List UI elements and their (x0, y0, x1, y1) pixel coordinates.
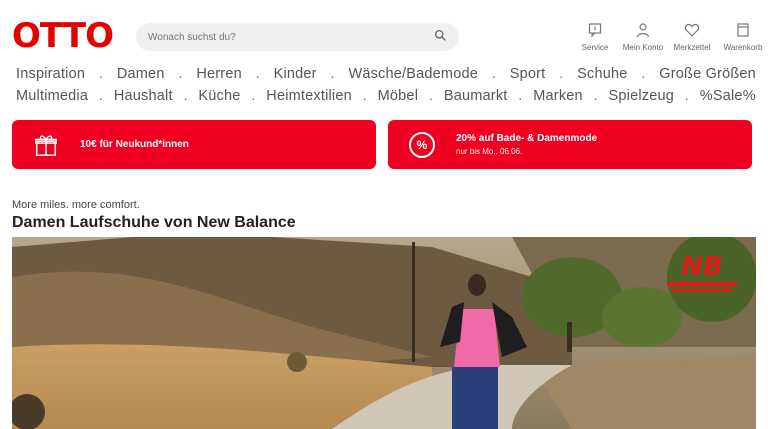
promo-new-customer-text: 10€ für Neukund*innen (80, 139, 189, 150)
teaser-headline[interactable]: Damen Laufschuhe von New Balance (12, 214, 296, 232)
nav-separator: . (183, 88, 188, 104)
nav-item-moebel[interactable]: Möbel (378, 88, 419, 104)
nav-separator: . (518, 88, 523, 104)
svg-text:NB: NB (681, 252, 723, 282)
nav-item-marken[interactable]: Marken (533, 88, 583, 104)
nav-item-haushalt[interactable]: Haushalt (114, 88, 173, 104)
percent-glyph: % (409, 131, 435, 158)
nav-separator: . (362, 88, 367, 104)
category-nav-row-2: Multimedia. Haushalt. Küche. Heimtextili… (16, 88, 756, 104)
nav-separator: . (98, 88, 104, 104)
category-nav-row-1: Inspiration. Damen. Herren. Kinder. Wäsc… (16, 66, 756, 82)
search-input[interactable]: Wonach suchst du? (136, 23, 459, 51)
nav-separator: . (255, 66, 260, 82)
wishlist-label: Merkzettel (673, 43, 711, 52)
nav-item-kueche[interactable]: Küche (198, 88, 240, 104)
heart-icon (684, 22, 700, 43)
nav-item-damen[interactable]: Damen (117, 66, 165, 82)
gift-icon (32, 131, 60, 159)
nav-separator: . (559, 66, 564, 82)
nav-separator: . (330, 66, 335, 82)
search-icon[interactable] (434, 29, 447, 45)
nav-item-baumarkt[interactable]: Baumarkt (444, 88, 508, 104)
otto-logo[interactable]: OTTO (12, 16, 114, 56)
promo-swimwear-content: 20% auf Bade- & Damenmode nur bis Mo., 0… (456, 133, 597, 156)
nav-separator: . (428, 88, 434, 104)
header-icons: Service Mein Konto Merkzettel Warenkorb (570, 22, 768, 52)
promo-swimwear-button[interactable]: % 20% auf Bade- & Damenmode nur bis Mo.,… (388, 120, 752, 169)
nav-item-sale[interactable]: %Sale% (700, 88, 756, 104)
teaser-kicker: More miles. more comfort. (12, 199, 140, 211)
account-label: Mein Konto (622, 43, 664, 52)
nav-item-kinder[interactable]: Kinder (274, 66, 317, 82)
chat-icon (587, 22, 603, 43)
service-label: Service (581, 43, 609, 52)
nav-separator: . (178, 66, 183, 82)
nav-item-grosse-groessen[interactable]: Große Größen (659, 66, 756, 82)
nav-separator: . (98, 66, 104, 82)
nav-item-spielzeug[interactable]: Spielzeug (609, 88, 675, 104)
cart-icon (735, 22, 751, 43)
nav-item-sport[interactable]: Sport (510, 66, 546, 82)
nav-separator: . (251, 88, 256, 104)
nav-item-inspiration[interactable]: Inspiration (16, 66, 85, 82)
service-button[interactable]: Service (570, 22, 620, 52)
wishlist-button[interactable]: Merkzettel (666, 22, 718, 52)
nav-separator: . (593, 88, 598, 104)
account-button[interactable]: Mein Konto (620, 22, 666, 52)
search-placeholder: Wonach suchst du? (148, 31, 236, 43)
nav-separator: . (641, 66, 646, 82)
nav-separator: . (684, 88, 690, 104)
percent-icon: % (408, 131, 436, 159)
cart-button[interactable]: Warenkorb (718, 22, 768, 52)
nav-separator: . (491, 66, 496, 82)
hero-image[interactable]: NB (12, 237, 756, 429)
nav-item-waesche-bademode[interactable]: Wäsche/Bademode (348, 66, 478, 82)
nav-item-schuhe[interactable]: Schuhe (577, 66, 627, 82)
user-icon (635, 22, 651, 43)
nav-item-multimedia[interactable]: Multimedia (16, 88, 88, 104)
nav-item-herren[interactable]: Herren (196, 66, 242, 82)
promo-swimwear-sub: nur bis Mo., 06.06. (456, 147, 523, 156)
promo-swimwear-text: 20% auf Bade- & Damenmode (456, 133, 598, 144)
cart-label: Warenkorb (723, 43, 763, 52)
nav-item-heimtextilien[interactable]: Heimtextilien (266, 88, 352, 104)
promo-new-customer-button[interactable]: 10€ für Neukund*innen (12, 120, 376, 169)
